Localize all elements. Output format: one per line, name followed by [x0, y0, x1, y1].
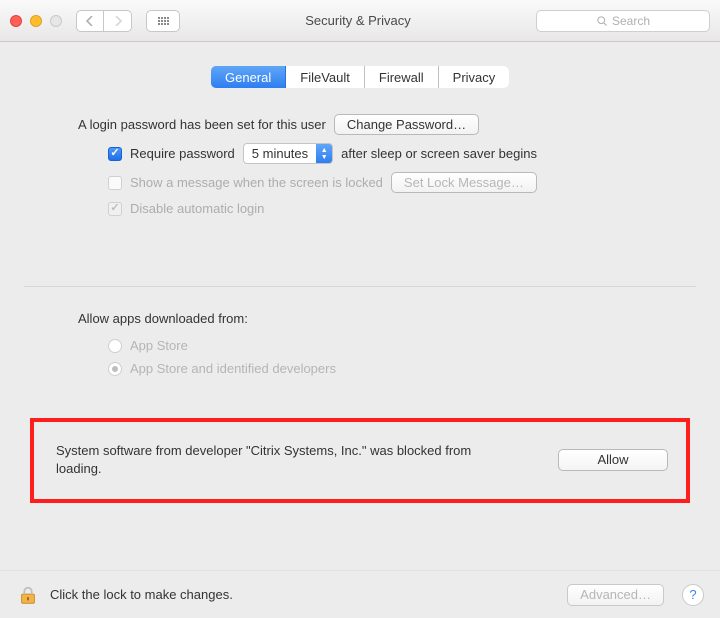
- zoom-window-button: [50, 15, 62, 27]
- titlebar: Security & Privacy Search: [0, 0, 720, 42]
- content-area: General FileVault Firewall Privacy A log…: [0, 42, 720, 503]
- tab-general[interactable]: General: [211, 66, 286, 88]
- allow-button[interactable]: Allow: [558, 449, 668, 471]
- lock-help-text: Click the lock to make changes.: [50, 587, 233, 602]
- tab-filevault[interactable]: FileVault: [286, 66, 365, 88]
- radio-appstore-identified: [108, 362, 122, 376]
- disable-auto-login-checkbox: [108, 202, 122, 216]
- allow-apps-heading: Allow apps downloaded from:: [78, 311, 656, 326]
- show-message-checkbox: [108, 176, 122, 190]
- footer: Click the lock to make changes. Advanced…: [0, 570, 720, 618]
- chevron-right-icon: [114, 16, 122, 26]
- tab-bar: General FileVault Firewall Privacy: [211, 66, 509, 88]
- stepper-icon: ▲▼: [316, 144, 332, 163]
- allow-apps-section: Allow apps downloaded from: App Store Ap…: [0, 287, 720, 376]
- window-title: Security & Privacy: [305, 13, 410, 28]
- radio-appstore-label: App Store: [130, 338, 188, 353]
- nav-back-forward: [76, 10, 132, 32]
- forward-button[interactable]: [104, 10, 132, 32]
- lock-button[interactable]: [16, 583, 40, 607]
- help-icon: ?: [689, 587, 696, 602]
- change-password-button[interactable]: Change Password…: [334, 114, 479, 135]
- blocked-software-message: System software from developer "Citrix S…: [56, 442, 516, 477]
- require-password-delay-popup[interactable]: 5 minutes ▲▼: [243, 143, 333, 164]
- require-password-label: Require password: [130, 146, 235, 161]
- after-sleep-label: after sleep or screen saver begins: [341, 146, 537, 161]
- tab-firewall[interactable]: Firewall: [365, 66, 439, 88]
- chevron-left-icon: [86, 16, 94, 26]
- show-message-label: Show a message when the screen is locked: [130, 175, 383, 190]
- advanced-button: Advanced…: [567, 584, 664, 606]
- search-icon: [596, 15, 608, 27]
- login-password-label: A login password has been set for this u…: [78, 117, 326, 132]
- delay-value: 5 minutes: [252, 146, 316, 161]
- show-all-button[interactable]: [146, 10, 180, 32]
- back-button[interactable]: [76, 10, 104, 32]
- tab-privacy[interactable]: Privacy: [439, 66, 509, 88]
- radio-appstore: [108, 339, 122, 353]
- require-password-checkbox[interactable]: [108, 147, 122, 161]
- lock-icon: [17, 584, 39, 606]
- close-window-button[interactable]: [10, 15, 22, 27]
- search-input[interactable]: Search: [536, 10, 710, 32]
- search-placeholder: Search: [612, 14, 650, 28]
- grid-icon: [158, 17, 169, 25]
- blocked-software-box: System software from developer "Citrix S…: [30, 418, 690, 503]
- help-button[interactable]: ?: [682, 584, 704, 606]
- disable-auto-login-label: Disable automatic login: [130, 201, 264, 216]
- minimize-window-button[interactable]: [30, 15, 42, 27]
- window-controls: [10, 15, 62, 27]
- login-password-section: A login password has been set for this u…: [0, 88, 720, 216]
- set-lock-message-button: Set Lock Message…: [391, 172, 537, 193]
- radio-appstore-identified-label: App Store and identified developers: [130, 361, 336, 376]
